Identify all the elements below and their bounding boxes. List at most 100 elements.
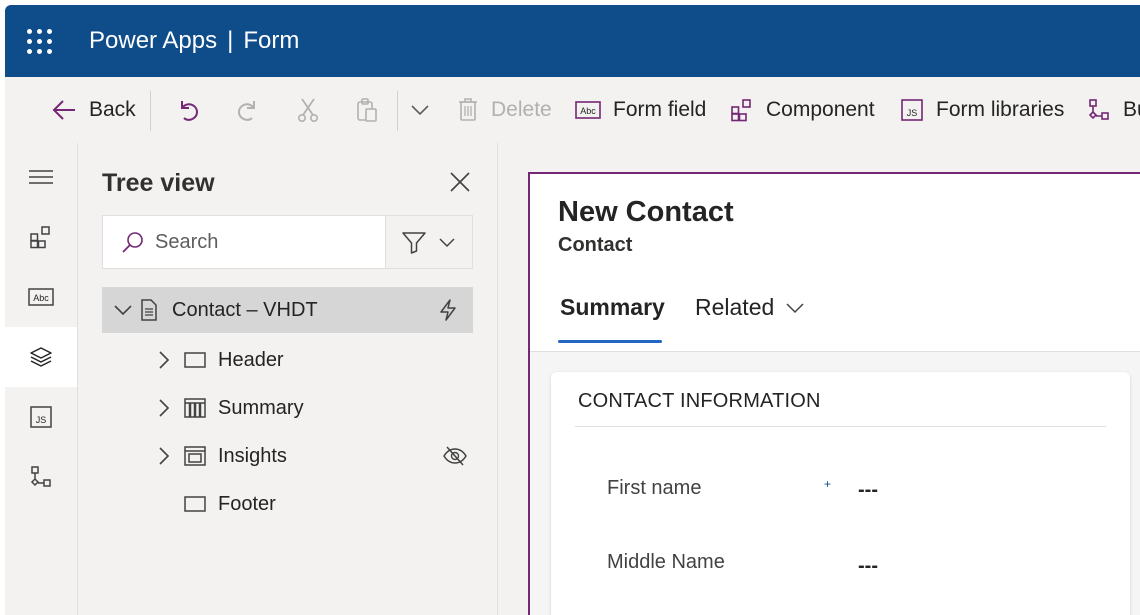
search-input[interactable] bbox=[155, 230, 375, 254]
tab-related[interactable]: Related bbox=[695, 294, 804, 321]
left-rail: Abc JS bbox=[5, 143, 78, 615]
tree-node-label: Header bbox=[218, 348, 284, 371]
rail-form-libraries-button[interactable]: JS bbox=[5, 387, 77, 447]
app-title: Power Apps | Form bbox=[89, 27, 299, 55]
search-icon bbox=[122, 232, 143, 253]
undo-icon bbox=[181, 101, 198, 121]
tree-view-title: Tree view bbox=[102, 169, 215, 197]
tree-node-header[interactable]: Header bbox=[156, 337, 284, 383]
clipboard-icon bbox=[357, 98, 377, 122]
svg-text:JS: JS bbox=[36, 415, 47, 425]
business-rules-label: Bu bbox=[1123, 98, 1140, 121]
contact-information-section[interactable]: CONTACT INFORMATION First name + --- Mid… bbox=[551, 372, 1130, 615]
middle-name-label: Middle Name bbox=[607, 551, 725, 573]
tree-node-summary[interactable]: Summary bbox=[156, 385, 304, 431]
back-button[interactable]: Back bbox=[51, 77, 136, 143]
back-label: Back bbox=[89, 98, 136, 121]
form-field-button[interactable]: Abc Form field bbox=[575, 77, 706, 143]
tree-root-label: Contact – VHDT bbox=[172, 298, 318, 321]
cut-button[interactable] bbox=[297, 77, 331, 143]
undo-button[interactable] bbox=[175, 77, 213, 143]
first-name-label: First name bbox=[607, 477, 702, 499]
tree-node-label: Summary bbox=[218, 396, 304, 419]
command-bar: Back Delete Abc Form field Component JS … bbox=[5, 77, 1140, 143]
footer-section-icon bbox=[184, 496, 206, 512]
chevron-down-icon bbox=[786, 302, 804, 313]
filter-dropdown-button[interactable] bbox=[386, 216, 472, 268]
redo-button[interactable] bbox=[235, 77, 273, 143]
business-rules-icon bbox=[1088, 99, 1109, 120]
chevron-down-icon bbox=[411, 105, 429, 116]
tab-summary[interactable]: Summary bbox=[560, 294, 665, 321]
section-title: CONTACT INFORMATION bbox=[578, 390, 821, 412]
svg-text:Abc: Abc bbox=[33, 293, 49, 303]
tab-label: Related bbox=[695, 294, 775, 320]
delete-button[interactable]: Delete bbox=[457, 77, 552, 143]
rail-components-button[interactable] bbox=[5, 207, 77, 267]
header-section-icon bbox=[184, 352, 206, 368]
search-field-wrapper bbox=[103, 216, 385, 268]
form-title: New Contact bbox=[558, 196, 734, 228]
js-library-icon: JS bbox=[901, 99, 923, 121]
rail-tree-view-button[interactable] bbox=[5, 327, 77, 387]
chevron-right-icon bbox=[159, 351, 170, 369]
form-preview[interactable]: New Contact Contact Summary Related CONT… bbox=[528, 172, 1140, 615]
command-divider bbox=[150, 91, 151, 131]
app-window: Power Apps | Form Back Delete Abc Form f… bbox=[5, 5, 1140, 615]
scissors-icon bbox=[297, 98, 319, 122]
paste-button[interactable] bbox=[355, 77, 391, 143]
tree-search-box bbox=[102, 215, 473, 269]
form-canvas: New Contact Contact Summary Related CONT… bbox=[499, 143, 1140, 615]
business-rules-button[interactable]: Bu bbox=[1087, 77, 1140, 143]
title-separator: | bbox=[227, 27, 234, 54]
tree-node-label: Insights bbox=[218, 444, 287, 467]
filter-icon bbox=[402, 232, 426, 254]
chevron-right-icon bbox=[159, 399, 170, 417]
redo-icon bbox=[238, 101, 255, 121]
tab-label: Summary bbox=[560, 294, 665, 320]
form-entity-name: Contact bbox=[558, 234, 633, 256]
close-tree-view-button[interactable] bbox=[449, 171, 471, 193]
rail-form-fields-button[interactable]: Abc bbox=[5, 267, 77, 327]
tree-node-insights[interactable]: Insights bbox=[156, 433, 287, 479]
lightning-icon[interactable] bbox=[438, 299, 458, 321]
section-divider bbox=[575, 426, 1106, 427]
hamburger-menu-icon bbox=[29, 170, 53, 184]
app-header: Power Apps | Form bbox=[5, 5, 1140, 77]
rail-business-rules-button[interactable] bbox=[5, 447, 77, 507]
layers-icon bbox=[30, 347, 52, 367]
command-divider bbox=[397, 91, 398, 131]
component-label: Component bbox=[766, 98, 875, 121]
chevron-down-icon bbox=[114, 305, 132, 316]
tab-section-icon bbox=[184, 446, 206, 466]
chevron-right-icon bbox=[159, 447, 170, 465]
form-libraries-label: Form libraries bbox=[936, 98, 1065, 121]
tree-node-label: Footer bbox=[218, 492, 276, 515]
active-tab-indicator bbox=[558, 340, 662, 343]
app-name: Power Apps bbox=[89, 27, 218, 54]
form-field-label: Form field bbox=[613, 98, 707, 121]
tree-view-panel: Tree view Contact – VHDT He bbox=[78, 143, 498, 615]
app-launcher-icon[interactable] bbox=[27, 29, 53, 55]
tree-root-node[interactable]: Contact – VHDT bbox=[102, 287, 473, 333]
more-dropdown-button[interactable] bbox=[410, 77, 442, 143]
page-name: Form bbox=[243, 27, 300, 54]
tree-node-footer[interactable]: Footer bbox=[184, 481, 276, 527]
svg-text:Abc: Abc bbox=[580, 106, 596, 116]
trash-icon bbox=[459, 98, 477, 121]
rail-menu-button[interactable] bbox=[5, 147, 77, 207]
hidden-eye-icon[interactable] bbox=[443, 446, 467, 466]
component-button[interactable]: Component bbox=[730, 77, 875, 143]
form-libraries-button[interactable]: JS Form libraries bbox=[900, 77, 1064, 143]
tab-columns-icon bbox=[184, 398, 206, 418]
svg-text:JS: JS bbox=[907, 108, 918, 118]
form-field-icon: Abc bbox=[575, 101, 601, 119]
first-name-value[interactable]: --- bbox=[858, 479, 878, 502]
close-icon bbox=[450, 172, 470, 192]
required-marker: + bbox=[824, 477, 832, 491]
delete-label: Delete bbox=[491, 98, 552, 121]
middle-name-value[interactable]: --- bbox=[858, 555, 878, 578]
component-icon bbox=[731, 99, 751, 122]
business-rules-icon bbox=[30, 466, 51, 487]
components-icon bbox=[30, 226, 50, 249]
